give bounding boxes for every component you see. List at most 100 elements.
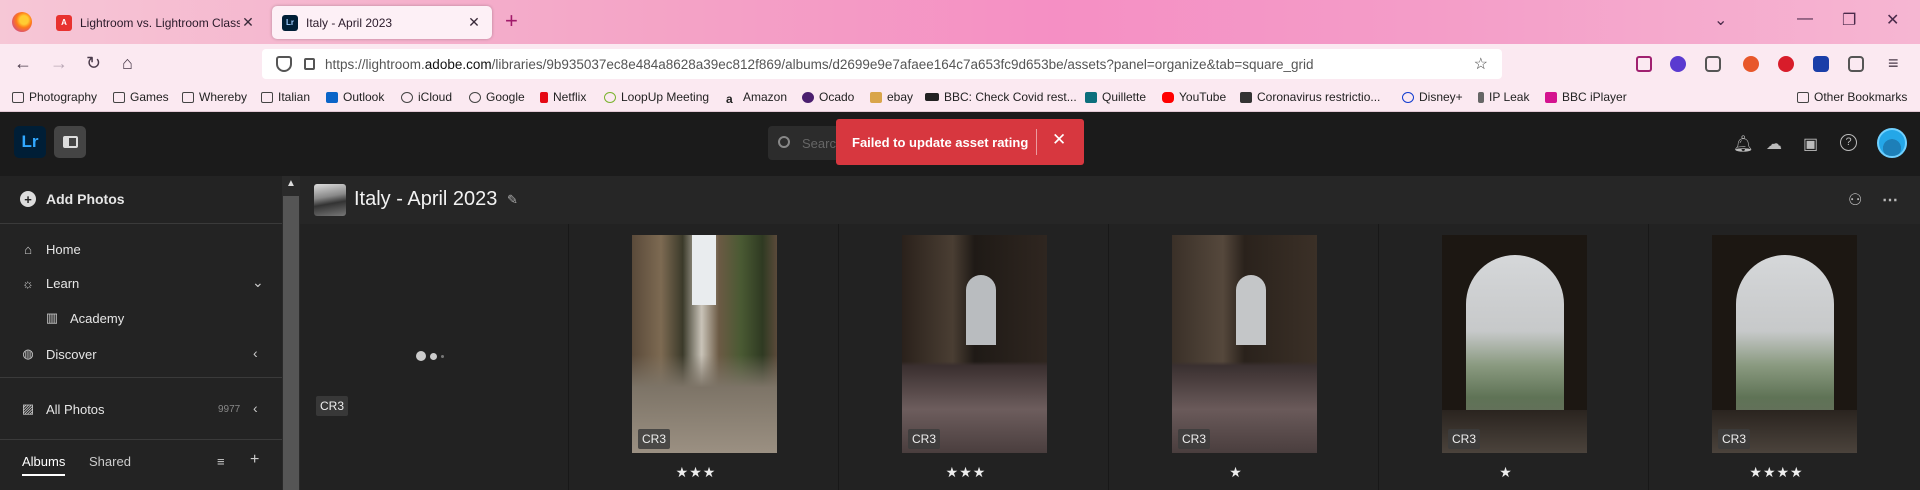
navigation-bar: ← → ↻ ⌂ https://lightroom. adobe.com/libr…	[0, 44, 1920, 84]
profile-extension-icon[interactable]	[1670, 56, 1686, 72]
close-toast-icon[interactable]: ✕	[1052, 130, 1066, 150]
reload-icon[interactable]: ↻	[86, 53, 101, 74]
sidebar-item-discover[interactable]: ◍ Discover	[20, 346, 96, 362]
add-album-icon[interactable]: +	[250, 451, 259, 469]
bookmark-bbc-iplayer[interactable]: BBC iPlayer	[1545, 90, 1627, 104]
chevron-left-icon[interactable]: ‹	[253, 345, 258, 361]
menu-icon[interactable]: ≡	[1888, 53, 1899, 74]
avatar[interactable]	[1877, 128, 1907, 158]
bookmark-outlook[interactable]: Outlook	[326, 90, 384, 104]
photo-thumbnail[interactable]: CR3	[902, 235, 1047, 453]
photo-cell[interactable]: CR3 ★★★	[840, 224, 1109, 490]
forward-icon[interactable]: →	[50, 53, 68, 74]
bookmark-italian[interactable]: Italian	[261, 90, 310, 104]
tab-shared[interactable]: Shared	[89, 454, 131, 469]
tab-lightroom-vs-classic[interactable]: A Lightroom vs. Lightroom Classic ✕	[46, 6, 266, 39]
photo-thumbnail[interactable]: CR3	[1172, 235, 1317, 453]
photo-cell[interactable]: CR3	[300, 224, 569, 490]
bookmark-youtube[interactable]: YouTube	[1162, 90, 1226, 104]
bookmark-whereby[interactable]: Whereby	[182, 90, 247, 104]
photo-thumbnail[interactable]: CR3	[1442, 235, 1587, 453]
tab-albums[interactable]: Albums	[22, 454, 66, 476]
chevron-left-icon[interactable]: ‹	[253, 400, 258, 416]
sort-icon[interactable]: ≡	[217, 454, 225, 469]
extension-icon[interactable]	[1813, 56, 1829, 72]
add-photos-section: + Add Photos	[0, 176, 300, 224]
bookmark-label: BBC: Check Covid rest...	[944, 90, 1077, 104]
tab-italy-album[interactable]: Lr Italy - April 2023 ✕	[272, 6, 492, 39]
lr-icon: Lr	[282, 14, 298, 31]
sidebar-item-academy[interactable]: ▥ Academy	[44, 310, 124, 326]
bookmark-icloud[interactable]: iCloud	[401, 90, 452, 104]
bookmark-ip-leak[interactable]: IP Leak	[1478, 90, 1529, 104]
list-all-tabs-icon[interactable]: ⌄	[1714, 10, 1727, 30]
lightroom-logo[interactable]: Lr	[14, 126, 46, 158]
sidebar-item-all-photos[interactable]: ▨ All Photos	[20, 401, 105, 417]
more-options-icon[interactable]: ⋯	[1882, 190, 1898, 210]
share-people-icon[interactable]: ⚇	[1848, 190, 1862, 210]
bookmark-coronavirus[interactable]: Coronavirus restrictio...	[1240, 90, 1380, 104]
photo-cell[interactable]: CR3 ★★★★	[1650, 224, 1919, 490]
bookmark-netflix[interactable]: Netflix	[540, 90, 586, 104]
firefox-icon[interactable]	[12, 12, 32, 32]
photo-cell[interactable]: CR3 ★	[1380, 224, 1649, 490]
close-window-icon[interactable]: ✕	[1886, 10, 1899, 30]
bookmark-photography[interactable]: Photography	[12, 90, 97, 104]
scrollbar-thumb[interactable]	[283, 196, 299, 490]
share-screen-icon[interactable]: ▣	[1803, 134, 1818, 154]
sidebar-item-learn[interactable]: ☼ Learn	[20, 275, 79, 291]
sidebar-item-home[interactable]: ⌂ Home	[20, 241, 81, 257]
cloud-icon[interactable]: ☁	[1766, 134, 1782, 154]
bookmark-loopup[interactable]: LoopUp Meeting	[604, 90, 709, 104]
bookmark-bbc-covid[interactable]: BBC: Check Covid rest...	[925, 90, 1077, 104]
google-icon	[469, 91, 481, 103]
bookmark-ocado[interactable]: Ocado	[802, 90, 854, 104]
help-icon[interactable]: ?	[1840, 134, 1857, 151]
bookmark-label: Netflix	[553, 90, 587, 104]
scroll-up-icon[interactable]: ▲	[286, 178, 296, 189]
photo-cell[interactable]: CR3 ★	[1110, 224, 1379, 490]
bell-icon[interactable]: 🔔︎	[1733, 134, 1753, 154]
shield-icon[interactable]	[276, 56, 292, 72]
close-tab-icon[interactable]: ✕	[240, 14, 256, 31]
lock-icon[interactable]	[304, 58, 315, 70]
close-tab-icon[interactable]: ✕	[466, 14, 482, 31]
photo-thumbnail[interactable]: CR3	[1712, 235, 1857, 453]
star-rating[interactable]: ★★★	[832, 464, 1100, 481]
star-rating[interactable]: ★	[1372, 464, 1640, 481]
adblock-icon[interactable]	[1778, 56, 1794, 72]
disney-icon	[1402, 91, 1414, 103]
bookmark-google[interactable]: Google	[469, 90, 525, 104]
add-photos-button[interactable]: + Add Photos	[20, 191, 125, 207]
pocket-icon[interactable]	[1636, 56, 1652, 72]
bookmark-other[interactable]: Other Bookmarks	[1797, 90, 1907, 104]
bookmark-quillette[interactable]: Quillette	[1085, 90, 1146, 104]
album-cover-thumbnail	[314, 184, 346, 216]
edit-pencil-icon[interactable]: ✎	[507, 192, 518, 208]
bookmark-label: ebay	[887, 90, 914, 104]
bookmark-games[interactable]: Games	[113, 90, 169, 104]
restore-icon[interactable]: ❐	[1842, 10, 1856, 30]
panel-toggle-icon[interactable]	[54, 126, 86, 158]
url-bar[interactable]: https://lightroom. adobe.com/libraries/9b…	[262, 49, 1502, 79]
sidebar-scrollbar[interactable]: ▲	[282, 176, 300, 490]
bookmark-disney[interactable]: Disney+	[1402, 90, 1463, 104]
bookmark-amazon[interactable]: a Amazon	[726, 90, 787, 106]
bookmark-star-icon[interactable]: ☆	[1474, 54, 1488, 74]
new-tab-button[interactable]: +	[505, 8, 518, 34]
minimize-icon[interactable]: —	[1797, 10, 1813, 28]
puzzle-icon[interactable]	[1848, 56, 1864, 72]
chevron-down-icon[interactable]: ⌄	[252, 274, 264, 291]
photo-thumbnail[interactable]: CR3	[632, 235, 777, 453]
star-rating[interactable]: ★★★★	[1642, 464, 1911, 481]
sidebar: + Add Photos ⌂ Home ☼ Learn ⌄ ▥ Academy …	[0, 176, 300, 490]
bookmark-ebay[interactable]: ebay	[870, 90, 913, 104]
photo-cell[interactable]: CR3 ★★★	[570, 224, 839, 490]
library-icon[interactable]	[1705, 56, 1721, 72]
star-rating[interactable]: ★★★	[562, 464, 830, 481]
loopup-icon	[604, 91, 616, 103]
back-icon[interactable]: ←	[14, 53, 32, 74]
star-rating[interactable]: ★	[1102, 464, 1370, 481]
home-icon[interactable]: ⌂	[122, 53, 133, 74]
duckduckgo-icon[interactable]	[1743, 56, 1759, 72]
